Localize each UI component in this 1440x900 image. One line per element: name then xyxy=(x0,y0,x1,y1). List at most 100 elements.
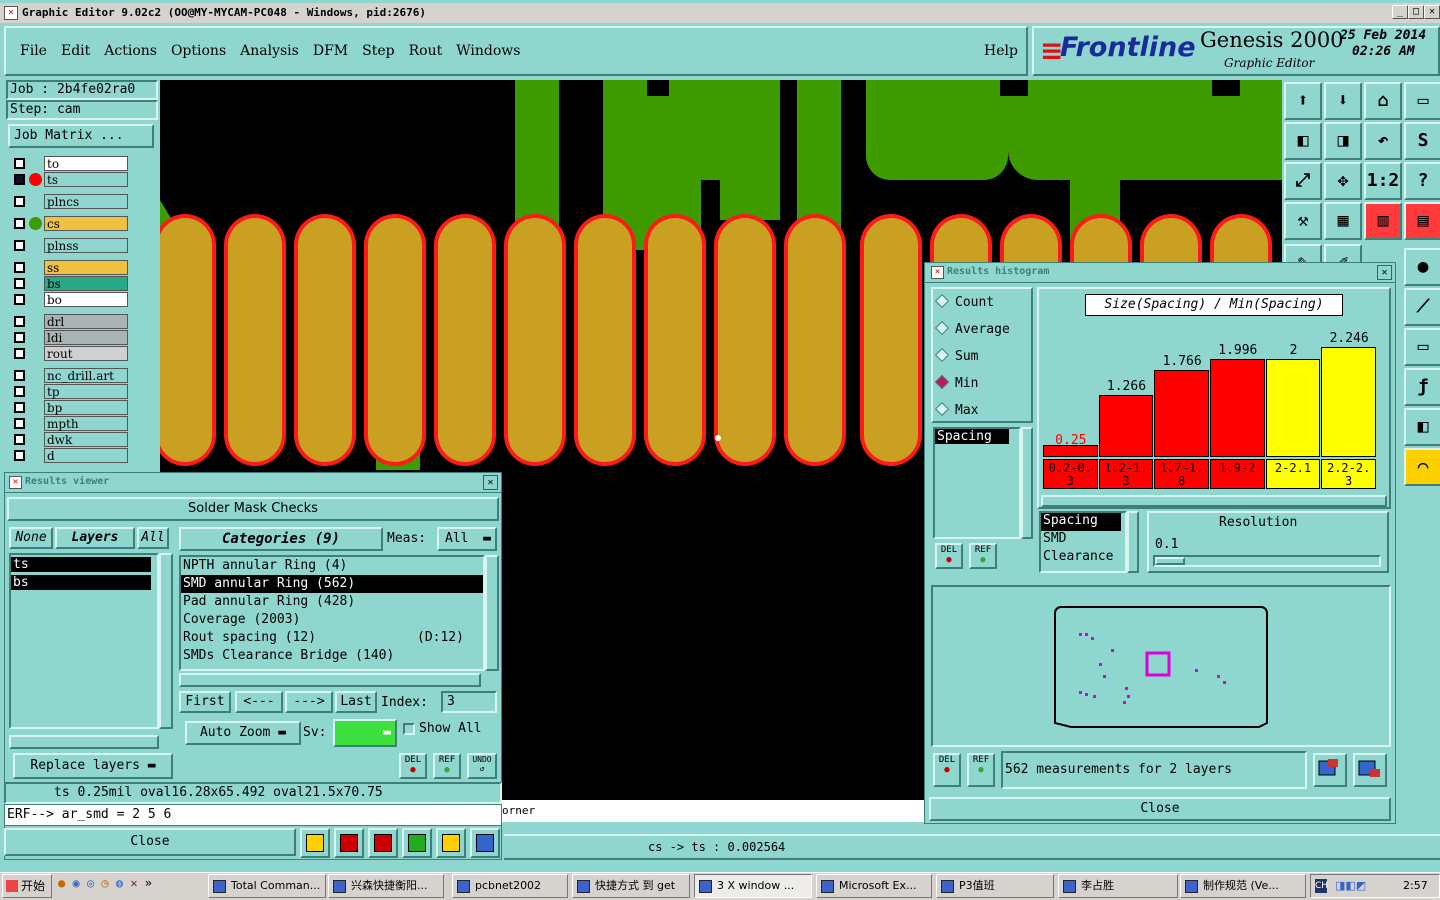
layer-checkbox[interactable] xyxy=(14,402,25,413)
index-input[interactable]: 3 xyxy=(441,691,497,713)
step-icon[interactable] xyxy=(402,828,432,858)
taskbar-item[interactable]: P3值班 xyxy=(936,874,1054,898)
move-left-icon[interactable]: ◧ xyxy=(1284,122,1322,160)
layer-checkbox[interactable] xyxy=(14,218,25,229)
close-window-button[interactable]: ✕ xyxy=(1424,5,1440,19)
last-button[interactable]: Last xyxy=(335,691,377,713)
histogram-bar[interactable] xyxy=(1265,359,1321,457)
chart-icon[interactable] xyxy=(470,828,500,858)
window-icon[interactable]: ▭ xyxy=(1404,82,1440,120)
undo-button[interactable]: UNDO ↺ xyxy=(467,753,497,779)
category-item[interactable]: Coverage (2003) xyxy=(181,611,483,629)
clock-icon[interactable]: ◷ xyxy=(101,876,108,890)
ie-icon[interactable]: ◉ xyxy=(72,876,79,890)
grid-icon[interactable]: ▦ xyxy=(1324,202,1362,240)
outlook-icon[interactable]: ◎ xyxy=(87,876,94,890)
menu-options[interactable]: Options xyxy=(171,43,226,59)
histogram-bar[interactable] xyxy=(1098,395,1154,457)
menu-rout[interactable]: Rout xyxy=(409,43,443,59)
histogram-close-button[interactable]: Close xyxy=(929,797,1391,821)
taskbar-item[interactable]: Microsoft Ex... xyxy=(816,874,932,898)
next-button[interactable]: ---> xyxy=(285,691,333,713)
layer-row-bp[interactable]: bp xyxy=(10,400,128,415)
menu-edit[interactable]: Edit xyxy=(61,43,90,59)
layer-row-ss[interactable]: ss xyxy=(10,260,128,275)
layer-checkbox[interactable] xyxy=(14,278,25,289)
preview-ref-button[interactable]: REF ● xyxy=(967,753,995,787)
meas-select[interactable]: All ▬ xyxy=(437,527,497,551)
layer-row-ts[interactable]: ts xyxy=(10,172,128,187)
bottom-list-item[interactable]: SMD xyxy=(1041,531,1125,549)
taskbar-item[interactable]: 制作规范 (Ve... xyxy=(1180,874,1306,898)
zoom-to-item-icon[interactable] xyxy=(1353,753,1387,787)
category-item[interactable]: SMDs Clearance Bridge (140) xyxy=(181,647,483,665)
s-shape-icon[interactable]: S xyxy=(1404,122,1440,160)
radio-count[interactable]: Count xyxy=(934,293,994,315)
menu-step[interactable]: Step xyxy=(362,43,394,59)
layer-row-nc-drill-art[interactable]: nc_drill.art xyxy=(10,368,128,383)
category-hscrollbar[interactable] xyxy=(179,673,481,687)
radio-min[interactable]: Min xyxy=(934,374,978,396)
board-preview[interactable] xyxy=(931,585,1391,747)
menu-file[interactable]: File xyxy=(20,43,47,59)
ime-icon[interactable]: CH xyxy=(1315,879,1328,893)
histogram-close-icon[interactable]: ✕ xyxy=(1377,265,1392,280)
all-button[interactable]: All xyxy=(137,527,169,549)
layer-checkbox[interactable] xyxy=(14,174,25,185)
fit-icon[interactable]: ⤢ xyxy=(1284,162,1322,200)
ff-icon[interactable]: ƒ xyxy=(1404,368,1440,406)
layer-checkbox[interactable] xyxy=(14,196,25,207)
help-icon[interactable]: ? xyxy=(1404,162,1440,200)
cancel-icon[interactable] xyxy=(368,828,398,858)
ref-button[interactable]: REF ● xyxy=(433,753,461,779)
layer-row-rout[interactable]: rout xyxy=(10,346,128,361)
stop-icon[interactable] xyxy=(334,828,364,858)
start-button[interactable]: 开始 xyxy=(2,874,52,898)
layer-row-bo[interactable]: bo xyxy=(10,292,128,307)
first-button[interactable]: First xyxy=(179,691,231,713)
histogram-bar[interactable] xyxy=(1210,359,1265,457)
category-item[interactable]: Pad annular Ring (428) xyxy=(181,593,483,611)
minimize-button[interactable]: _ xyxy=(1392,5,1408,19)
categories-button[interactable]: Categories (9) xyxy=(179,527,383,551)
bottom-list-scrollbar[interactable] xyxy=(1127,511,1139,573)
color-icon[interactable]: ◧ xyxy=(1404,408,1440,446)
results-viewer-close-icon[interactable]: ✕ xyxy=(483,475,498,490)
layer-checkbox[interactable] xyxy=(14,158,25,169)
slider-thumb[interactable] xyxy=(1155,557,1185,565)
radio-average[interactable]: Average xyxy=(934,320,1010,342)
arc-icon[interactable]: ⌒ xyxy=(1404,448,1440,486)
layer-row-to[interactable]: to xyxy=(10,156,128,171)
chart-hscrollbar[interactable] xyxy=(1041,495,1387,507)
prev-button[interactable]: <--- xyxy=(235,691,283,713)
layer-row-bs[interactable]: bs xyxy=(10,276,128,291)
menu-analysis[interactable]: Analysis xyxy=(240,43,299,59)
histogram-bar[interactable] xyxy=(1321,347,1376,457)
layer-row-plnss[interactable]: plnss xyxy=(10,238,128,253)
radio-sum[interactable]: Sum xyxy=(934,347,978,369)
category-item[interactable]: Rout spacing (12) (D:12) xyxy=(181,629,483,647)
layer-list-scrollbar[interactable] xyxy=(159,553,173,729)
x-icon[interactable]: ✕ xyxy=(130,876,137,890)
resolution-slider[interactable] xyxy=(1153,555,1381,567)
layer-checkbox[interactable] xyxy=(14,316,25,327)
menu-actions[interactable]: Actions xyxy=(104,43,157,59)
histogram-field-list[interactable]: Spacing xyxy=(933,427,1021,539)
layers-b-icon[interactable]: ▤ xyxy=(1404,202,1440,240)
notes-icon[interactable] xyxy=(436,828,466,858)
ratio-icon[interactable]: 1:2 xyxy=(1364,162,1402,200)
layer-checkbox[interactable] xyxy=(14,332,25,343)
layer-row-tp[interactable]: tp xyxy=(10,384,128,399)
tray-icons[interactable]: ◨◧◩ xyxy=(1335,875,1366,897)
layer-checkbox[interactable] xyxy=(14,240,25,251)
layer-row-d[interactable]: d xyxy=(10,448,128,463)
results-layer-list[interactable]: ts bs xyxy=(9,553,159,729)
zoom-to-layer-icon[interactable] xyxy=(1313,753,1347,787)
taskbar-item[interactable]: Total Comman... xyxy=(208,874,326,898)
cross-arrows-icon[interactable]: ✥ xyxy=(1324,162,1362,200)
layer-row-drl[interactable]: drl xyxy=(10,314,128,329)
layers-button[interactable]: Layers xyxy=(55,527,135,549)
bottom-field-list[interactable]: Spacing SMD Clearance xyxy=(1039,511,1127,573)
category-item[interactable]: NPTH annular Ring (4) xyxy=(181,557,483,575)
frame-icon[interactable]: ▭ xyxy=(1404,328,1440,366)
